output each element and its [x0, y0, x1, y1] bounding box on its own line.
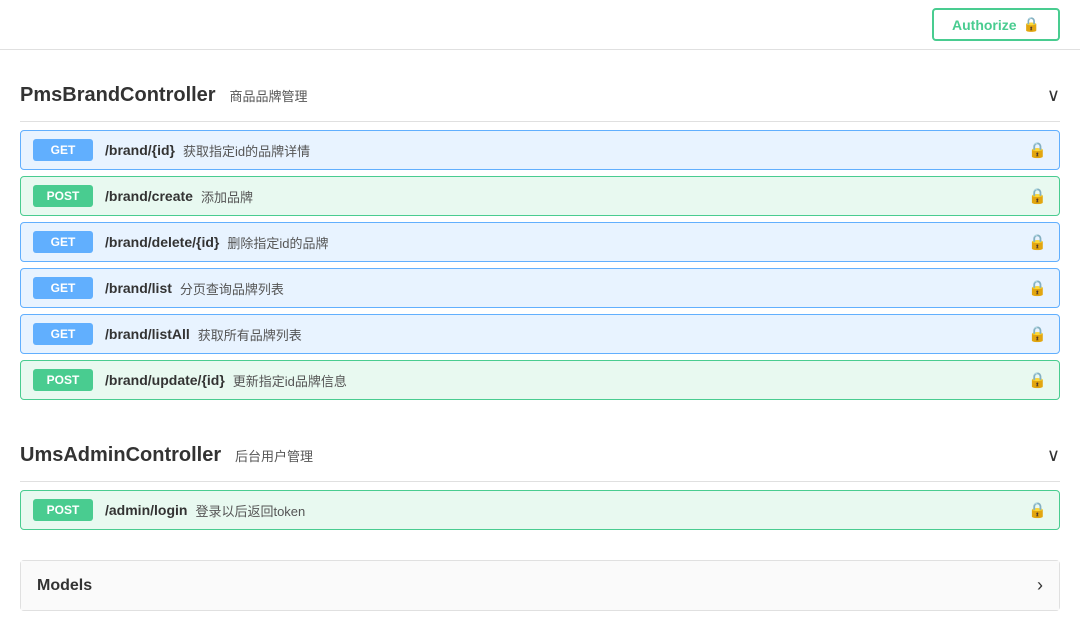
- models-chevron-icon: ›: [1037, 575, 1043, 596]
- method-badge-post: POST: [33, 185, 93, 207]
- method-badge-get: GET: [33, 277, 93, 299]
- method-badge-get: GET: [33, 323, 93, 345]
- api-desc: 更新指定id品牌信息: [233, 371, 347, 390]
- lock-icon: 🔒: [1028, 325, 1047, 343]
- method-badge-post: POST: [33, 369, 93, 391]
- method-badge-get: GET: [33, 139, 93, 161]
- api-row[interactable]: GET /brand/list 分页查询品牌列表 🔒: [20, 268, 1060, 308]
- main-content: PmsBrandController 商品品牌管理 ∨ GET /brand/{…: [0, 50, 1080, 631]
- api-desc: 添加品牌: [201, 187, 253, 206]
- pms-brand-chevron-icon: ∨: [1047, 85, 1060, 106]
- pms-brand-controller-name: PmsBrandController: [20, 84, 216, 106]
- api-desc: 获取指定id的品牌详情: [183, 141, 310, 160]
- api-row[interactable]: POST /brand/update/{id} 更新指定id品牌信息 🔒: [20, 360, 1060, 400]
- ums-admin-controller-name: UmsAdminController: [20, 444, 221, 466]
- lock-icon: 🔒: [1028, 501, 1047, 519]
- ums-admin-section: UmsAdminController 后台用户管理 ∨ POST /admin/…: [20, 430, 1060, 530]
- ums-admin-chevron-icon: ∨: [1047, 445, 1060, 466]
- authorize-lock-icon: 🔒: [1023, 16, 1040, 33]
- lock-icon: 🔒: [1028, 141, 1047, 159]
- pms-brand-header[interactable]: PmsBrandController 商品品牌管理 ∨: [20, 70, 1060, 122]
- ums-admin-controller-subtitle: 后台用户管理: [235, 449, 313, 464]
- top-bar: Authorize 🔒: [0, 0, 1080, 50]
- models-header[interactable]: Models ›: [21, 561, 1059, 610]
- api-path: /admin/login: [105, 502, 187, 518]
- lock-icon: 🔒: [1028, 233, 1047, 251]
- ums-admin-api-list: POST /admin/login 登录以后返回token 🔒: [20, 490, 1060, 530]
- pms-brand-section: PmsBrandController 商品品牌管理 ∨ GET /brand/{…: [20, 70, 1060, 400]
- pms-brand-api-list: GET /brand/{id} 获取指定id的品牌详情 🔒 POST /bran…: [20, 130, 1060, 400]
- models-section: Models ›: [20, 560, 1060, 611]
- ums-admin-title-group: UmsAdminController 后台用户管理: [20, 444, 313, 467]
- pms-brand-title-group: PmsBrandController 商品品牌管理: [20, 84, 308, 107]
- api-row[interactable]: GET /brand/listAll 获取所有品牌列表 🔒: [20, 314, 1060, 354]
- ums-admin-header[interactable]: UmsAdminController 后台用户管理 ∨: [20, 430, 1060, 482]
- method-badge-post: POST: [33, 499, 93, 521]
- api-path: /brand/create: [105, 188, 193, 204]
- api-path: /brand/{id}: [105, 142, 175, 158]
- authorize-label: Authorize: [952, 17, 1017, 33]
- api-row[interactable]: POST /admin/login 登录以后返回token 🔒: [20, 490, 1060, 530]
- api-path: /brand/list: [105, 280, 172, 296]
- api-path: /brand/update/{id}: [105, 372, 225, 388]
- api-path: /brand/delete/{id}: [105, 234, 219, 250]
- api-row[interactable]: POST /brand/create 添加品牌 🔒: [20, 176, 1060, 216]
- api-desc: 登录以后返回token: [195, 501, 305, 520]
- models-title: Models: [37, 577, 92, 595]
- api-desc: 分页查询品牌列表: [180, 279, 284, 298]
- api-row[interactable]: GET /brand/delete/{id} 删除指定id的品牌 🔒: [20, 222, 1060, 262]
- api-row[interactable]: GET /brand/{id} 获取指定id的品牌详情 🔒: [20, 130, 1060, 170]
- lock-icon: 🔒: [1028, 187, 1047, 205]
- pms-brand-controller-subtitle: 商品品牌管理: [229, 89, 307, 104]
- api-desc: 删除指定id的品牌: [227, 233, 328, 252]
- api-path: /brand/listAll: [105, 326, 190, 342]
- api-desc: 获取所有品牌列表: [198, 325, 302, 344]
- lock-icon: 🔒: [1028, 279, 1047, 297]
- method-badge-get: GET: [33, 231, 93, 253]
- authorize-button[interactable]: Authorize 🔒: [932, 8, 1060, 41]
- lock-icon: 🔒: [1028, 371, 1047, 389]
